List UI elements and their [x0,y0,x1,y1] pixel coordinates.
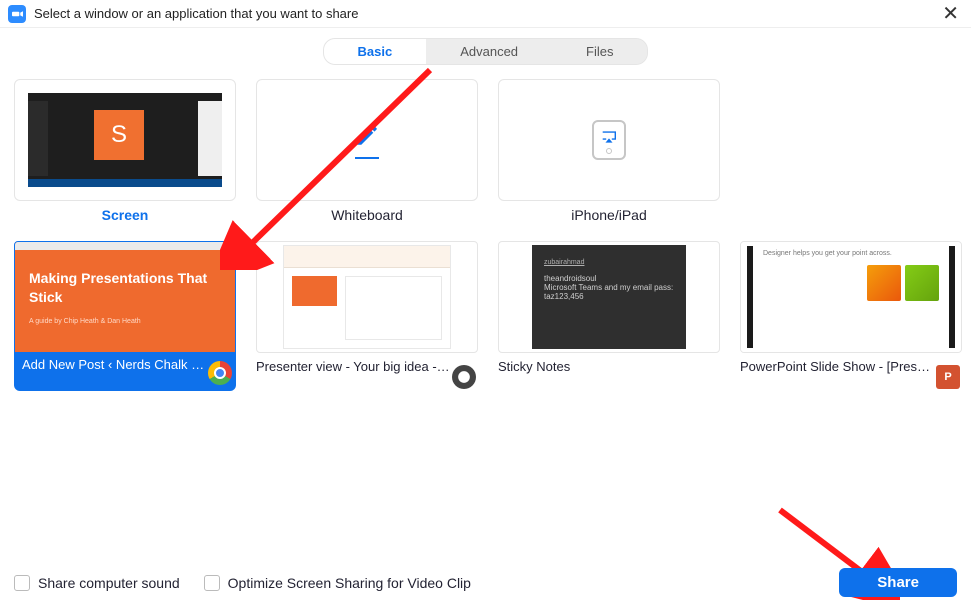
tile-window-powerpoint[interactable]: Designer helps you get your point across… [740,241,962,391]
tab-bar: Basic Advanced Files [0,38,971,65]
tile-window-sticky-notes[interactable]: zubairahmad theandroidsoul Microsoft Tea… [498,241,720,391]
tile-window-google-presenter[interactable]: Presenter view - Your big idea - G... [256,241,478,391]
tile-window-chrome-nerdschalk[interactable]: Making Presentations That Stick A guide … [14,241,236,391]
tab-advanced[interactable]: Advanced [426,39,552,64]
tile-screen-label: Screen [14,207,236,223]
checkbox-icon [14,575,30,591]
tile-window-label: Presenter view - Your big idea - G... [256,359,478,374]
tab-files[interactable]: Files [552,39,647,64]
powerpoint-icon: P [936,365,960,389]
google-icon [452,365,476,389]
tile-whiteboard-label: Whiteboard [256,207,478,223]
presenter-preview [283,245,450,348]
tile-window-label: Add New Post ‹ Nerds Chalk — ... [14,353,236,378]
footer: Share computer sound Optimize Screen Sha… [0,560,971,607]
chrome-icon [208,361,232,385]
tab-basic[interactable]: Basic [324,39,427,64]
chrome-window-preview: Making Presentations That Stick A guide … [15,242,235,352]
pencil-icon [352,122,382,153]
titlebar: Select a window or an application that y… [0,0,971,28]
share-grid: S Screen Whiteboard [0,65,971,391]
checkbox-share-sound[interactable]: Share computer sound [14,575,180,591]
tile-window-label: PowerPoint Slide Show - [Present... [740,359,962,374]
powerpoint-preview: Designer helps you get your point across… [741,242,961,352]
window-title: Select a window or an application that y… [34,6,358,21]
checkbox-label: Share computer sound [38,575,180,591]
checkbox-icon [204,575,220,591]
checkbox-label: Optimize Screen Sharing for Video Clip [228,575,471,591]
tile-whiteboard[interactable]: Whiteboard [256,79,478,223]
airplay-icon [592,120,626,160]
share-button[interactable]: Share [839,568,957,597]
checkbox-optimize-video[interactable]: Optimize Screen Sharing for Video Clip [204,575,471,591]
tile-iphone-label: iPhone/iPad [498,207,720,223]
tile-iphone-ipad[interactable]: iPhone/iPad [498,79,720,223]
tile-screen[interactable]: S Screen [14,79,236,223]
sticky-preview: zubairahmad theandroidsoul Microsoft Tea… [532,245,686,348]
tile-window-label: Sticky Notes [498,359,720,374]
close-button[interactable]: ✕ [938,4,963,24]
screen-preview-icon: S [28,93,222,187]
zoom-logo-icon [8,5,26,23]
